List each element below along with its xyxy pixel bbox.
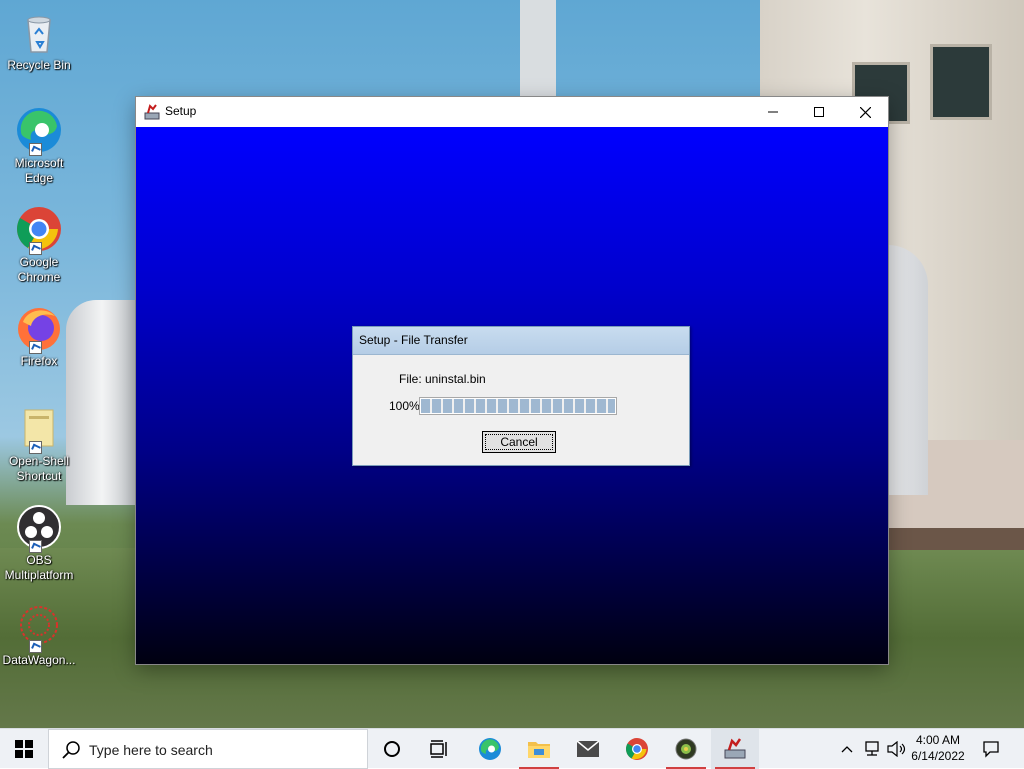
shortcut-arrow-icon [29, 640, 42, 653]
progress-fill [421, 399, 615, 413]
chrome-icon [626, 738, 648, 760]
taskbar-globe-app-button[interactable] [662, 729, 710, 769]
cancel-button[interactable]: Cancel [482, 431, 556, 453]
file-transfer-titlebar[interactable]: Setup - File Transfer [353, 327, 689, 355]
chevron-up-icon [841, 746, 853, 753]
obs-icon [15, 503, 63, 553]
windows-logo-icon [15, 740, 33, 758]
close-button[interactable] [842, 97, 888, 127]
desktop-icon-label: OBS Multiplatform [4, 553, 74, 582]
close-icon [859, 106, 871, 118]
search-placeholder: Type here to search [89, 742, 213, 758]
datawagon-icon [15, 603, 63, 653]
file-transfer-dialog: Setup - File Transfer File: uninstal.bin… [352, 326, 690, 466]
folder-shortcut-icon [15, 404, 63, 454]
tray-volume-button[interactable] [884, 729, 908, 769]
mail-icon [576, 740, 600, 757]
tray-time: 4:00 AM [915, 733, 961, 747]
shortcut-arrow-icon [29, 143, 42, 156]
taskbar-mail-button[interactable] [564, 729, 612, 769]
notification-icon [983, 741, 999, 758]
desktop-icon-datawagon[interactable]: DataWagon... [0, 603, 78, 668]
shortcut-arrow-icon [29, 441, 42, 454]
cortana-button[interactable] [368, 729, 416, 769]
setup-app-icon [144, 104, 160, 120]
shortcut-arrow-icon [29, 242, 42, 255]
desktop-icon-label: DataWagon... [2, 653, 76, 667]
desktop-icon-label: Google Chrome [17, 255, 61, 284]
bg-rail [888, 528, 1024, 550]
desktop-icon-chrome[interactable]: Google Chrome [0, 205, 78, 285]
setup-window-title: Setup [165, 104, 197, 118]
tray-network-button[interactable] [860, 729, 884, 769]
minimize-button[interactable] [750, 97, 796, 127]
shortcut-arrow-icon [29, 540, 42, 553]
task-view-button[interactable] [416, 729, 464, 769]
file-name-label: File: uninstal.bin [399, 372, 486, 386]
maximize-icon [814, 107, 824, 117]
start-button[interactable] [0, 729, 48, 769]
taskbar-file-explorer-button[interactable] [515, 729, 563, 769]
bg-train [888, 245, 928, 495]
tray-clock[interactable]: 4:00 AM 6/14/2022 [910, 732, 966, 764]
desktop-icon-label: Microsoft Edge [14, 156, 64, 185]
taskbar-search-box[interactable]: Type here to search [48, 729, 368, 769]
maximize-button[interactable] [796, 97, 842, 127]
edge-icon [479, 738, 501, 760]
tray-date: 6/14/2022 [911, 749, 965, 763]
desktop-icon-edge[interactable]: Microsoft Edge [0, 106, 78, 186]
bg-pole [520, 0, 556, 97]
taskbar-setup-button[interactable] [711, 729, 759, 769]
minimize-icon [768, 111, 778, 113]
chrome-icon [15, 205, 63, 255]
desktop-icon-firefox[interactable]: Firefox [0, 304, 78, 369]
speaker-icon [887, 741, 906, 757]
setup-app-icon [724, 738, 746, 759]
notification-center-button[interactable] [968, 729, 1014, 769]
taskbar-chrome-button[interactable] [613, 729, 661, 769]
file-transfer-title: Setup - File Transfer [359, 333, 468, 347]
desktop-icon-recycle-bin[interactable]: Recycle Bin [0, 8, 78, 73]
taskbar: Type here to search 4:00 AM 6/14/2022 [0, 728, 1024, 769]
bg-building-window [930, 44, 992, 120]
progress-percent-label: 100% [389, 399, 420, 413]
desktop-icon-open-shell[interactable]: Open-Shell Shortcut [0, 404, 78, 484]
folder-icon [528, 742, 550, 758]
progress-bar [419, 397, 617, 415]
shortcut-arrow-icon [29, 341, 42, 354]
task-view-icon [430, 740, 447, 758]
desktop-icon-label: Open-Shell Shortcut [8, 454, 70, 483]
network-icon [865, 741, 879, 756]
edge-icon [15, 106, 63, 156]
tray-overflow-button[interactable] [838, 729, 856, 769]
globe-app-icon [675, 738, 697, 760]
desktop-icon-obs[interactable]: OBS Multiplatform [0, 503, 78, 583]
desktop-icon-label: Firefox [20, 354, 58, 368]
recycle-bin-icon [15, 8, 63, 56]
setup-titlebar[interactable]: Setup [136, 97, 888, 127]
taskbar-edge-button[interactable] [466, 729, 514, 769]
cortana-circle-icon [384, 741, 400, 757]
desktop-icon-label: Recycle Bin [7, 58, 71, 72]
search-icon [62, 741, 80, 759]
firefox-icon [15, 304, 63, 354]
